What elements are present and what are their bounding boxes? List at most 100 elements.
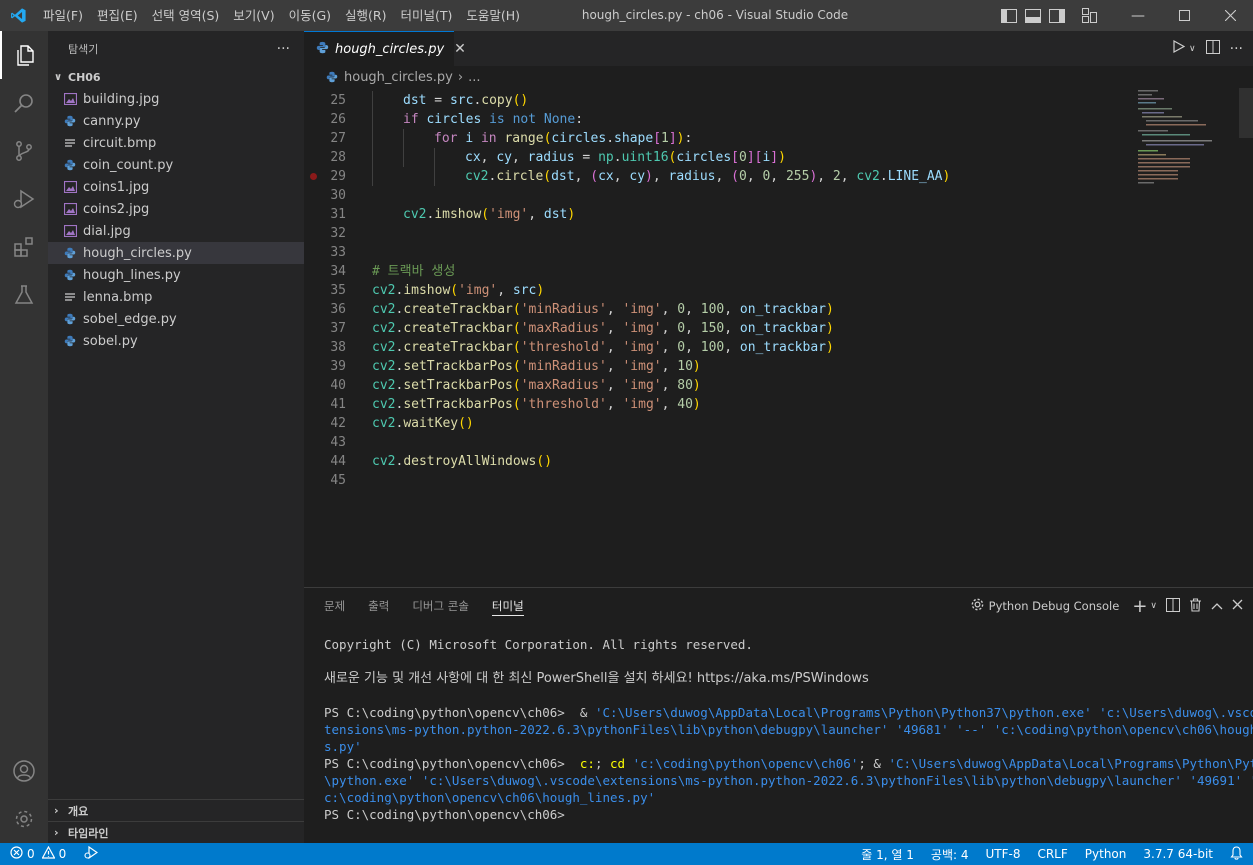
code-token: ) [692,359,701,374]
tab-terminal[interactable]: 터미널 [491,596,524,616]
menu-help[interactable]: 도움말(H) [459,0,527,31]
file-item[interactable]: dial.jpg [48,220,304,242]
error-count[interactable]: 0 [27,847,35,861]
file-item[interactable]: hough_circles.py [48,242,304,264]
split-terminal-icon[interactable] [1166,597,1180,615]
timeline-section[interactable]: › 타임라인 [48,821,304,843]
end-of-line[interactable]: CRLF [1037,847,1067,861]
menu-go[interactable]: 이동(G) [282,0,338,31]
minimize-button[interactable]: — [1115,0,1161,31]
extensions-icon[interactable] [0,223,48,271]
customize-layout-icon[interactable] [1077,0,1101,31]
code-token: ( [512,302,521,317]
terminal-text: PS C:\coding\python\opencv\ch06> & [324,705,595,720]
line-number: 29 [330,169,346,184]
cursor-position[interactable]: 줄 1, 열 1 [861,846,914,863]
code-token: , [652,169,669,184]
split-editor-icon[interactable] [1205,39,1220,58]
code-token: imshow [403,283,451,298]
menu-run[interactable]: 실행(R) [338,0,393,31]
run-python-file-icon[interactable] [1173,39,1186,57]
explorer-more-actions-button[interactable]: ··· [277,41,290,57]
vertical-scrollbar[interactable] [1239,88,1253,587]
code-token: np [598,150,614,165]
tab-debug-console[interactable]: 디버그 콘솔 [412,588,469,624]
file-item[interactable]: sobel.py [48,330,304,352]
file-item[interactable]: canny.py [48,110,304,132]
chevron-down-icon[interactable]: ∨ [1189,44,1196,54]
close-panel-icon[interactable] [1232,599,1243,613]
line-number: 37 [330,321,346,336]
toggle-secondary-sidebar-icon[interactable] [1045,0,1069,31]
file-item[interactable]: coins2.jpg [48,198,304,220]
file-item[interactable]: building.jpg [48,88,304,110]
code-editor[interactable]: 25 dst = src.copy() 26 if circles is not No… [304,91,1134,490]
menu-view[interactable]: 보기(V) [226,0,281,31]
manage-gear-icon[interactable] [0,795,48,843]
python-interpreter[interactable]: 3.7.7 64-bit [1143,847,1213,861]
testing-flask-icon[interactable] [0,271,48,319]
terminal-name[interactable]: Python Debug Console [989,599,1120,613]
maximize-button[interactable] [1161,0,1207,31]
code-token: setTrackbarPos [403,397,513,412]
code-token: cv2 [372,340,396,355]
code-token: copy [481,93,513,108]
toggle-sidebar-icon[interactable] [997,0,1021,31]
warning-count[interactable]: 0 [59,847,67,861]
trash-icon[interactable] [1189,597,1202,615]
chevron-down-icon[interactable]: ∨ [1150,601,1157,611]
minimap[interactable] [1134,88,1244,188]
menu-selection[interactable]: 선택 영역(S) [145,0,227,31]
close-tab-icon[interactable]: ✕ [454,41,466,57]
warning-icon[interactable] [41,845,56,862]
explorer-icon[interactable] [0,31,48,79]
code-line: 31 cv2.imshow('img', dst) [304,205,1134,224]
search-icon[interactable] [0,79,48,127]
code-token: 10 [677,359,693,374]
tab-hough-circles[interactable]: hough_circles.py ✕ [304,31,466,66]
file-item[interactable]: sobel_edge.py [48,308,304,330]
close-window-button[interactable] [1207,0,1253,31]
outline-section[interactable]: › 개요 [48,799,304,821]
terminal-line: s.py' [324,738,1234,755]
file-item[interactable]: coin_count.py [48,154,304,176]
code-token: , [606,321,623,336]
file-item[interactable]: lenna.bmp [48,286,304,308]
error-icon[interactable] [10,846,23,862]
folder-ch06[interactable]: ∨ CH06 [48,66,304,88]
debug-launch-icon[interactable] [84,845,99,862]
encoding[interactable]: UTF-8 [985,847,1020,861]
run-debug-icon[interactable] [0,175,48,223]
indentation[interactable]: 공백: 4 [931,846,969,863]
accounts-icon[interactable] [0,747,48,795]
maximize-panel-icon[interactable] [1211,599,1223,613]
file-item[interactable]: coins1.jpg [48,176,304,198]
python-icon [316,41,329,58]
new-terminal-icon[interactable]: + [1132,596,1147,617]
breadcrumb-more[interactable]: ... [468,70,480,85]
source-control-icon[interactable] [0,127,48,175]
code-text: if circles is not None: [403,110,583,129]
code-line: 28 cx, cy, radius = np.uint16(circles[0][… [304,148,1134,167]
terminal-output[interactable]: Copyright (C) Microsoft Corporation. All… [324,636,1253,823]
file-item[interactable]: hough_lines.py [48,264,304,286]
menu-edit[interactable]: 편집(E) [90,0,145,31]
tab-output[interactable]: 출력 [368,588,389,624]
more-actions-icon[interactable]: ··· [1230,41,1243,57]
language-mode[interactable]: Python [1085,847,1127,861]
code-token: , [661,359,678,374]
code-token: , [511,150,528,165]
menu-file[interactable]: 파일(F) [36,0,90,31]
code-line: 35 cv2.imshow('img', src) [304,281,1134,300]
tab-problems[interactable]: 문제 [324,588,345,624]
menu-terminal[interactable]: 터미널(T) [394,0,460,31]
file-item[interactable]: circuit.bmp [48,132,304,154]
notifications-bell-icon[interactable] [1230,845,1243,863]
status-right: 줄 1, 열 1 공백: 4 UTF-8 CRLF Python 3.7.7 6… [861,843,1243,865]
toggle-panel-icon[interactable] [1021,0,1045,31]
code-token: , [661,340,678,355]
breadcrumb-file[interactable]: hough_circles.py [344,70,453,85]
code-token: cy [496,150,512,165]
code-token: destroyAllWindows [403,454,537,469]
